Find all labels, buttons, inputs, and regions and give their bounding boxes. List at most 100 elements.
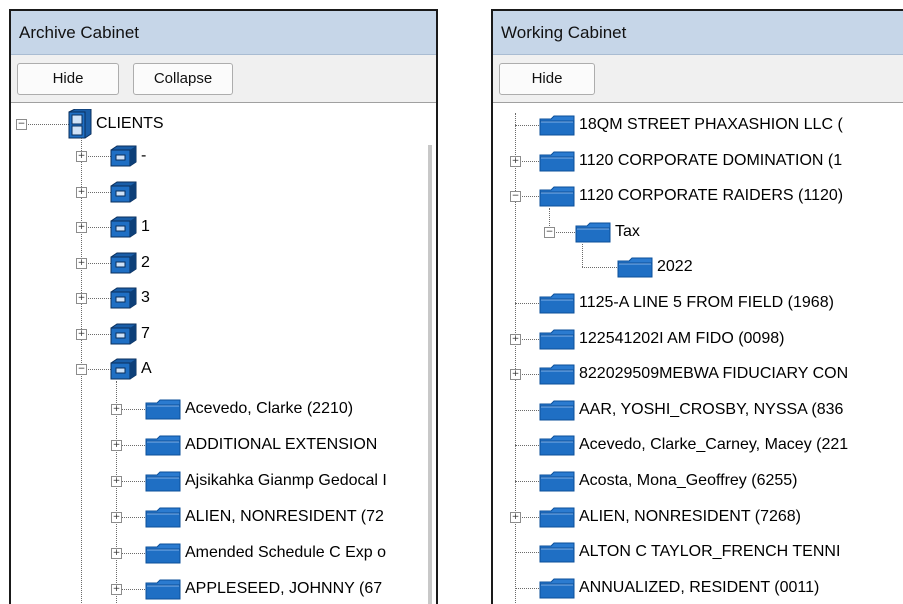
folder-icon bbox=[539, 150, 575, 172]
archive-tree[interactable]: − CLIENTS + - + +1 +2 +3 +7 − A + Acevedo, Clarke (2… bbox=[11, 103, 436, 604]
archive-panel-title: Archive Cabinet bbox=[11, 11, 436, 55]
tree-item-group[interactable]: A bbox=[109, 357, 152, 381]
expand-toggle-icon[interactable]: + bbox=[510, 511, 521, 523]
archive-hide-button[interactable]: Hide bbox=[17, 62, 119, 95]
tree-item-client[interactable]: Ajsikahka Gianmp Gedocal I bbox=[145, 469, 387, 493]
expand-toggle-icon[interactable]: + bbox=[111, 476, 122, 487]
tree-item-client[interactable]: 122541202I AM FIDO (0098) bbox=[539, 327, 784, 351]
expand-toggle-icon[interactable]: + bbox=[76, 293, 87, 304]
tree-item-group[interactable]: - bbox=[109, 144, 146, 168]
tree-item-clients[interactable]: CLIENTS bbox=[66, 109, 164, 139]
expand-toggle-icon[interactable]: + bbox=[111, 512, 122, 523]
tree-item-client[interactable]: 1120 CORPORATE DOMINATION (1 bbox=[539, 149, 842, 173]
tree-item-client[interactable]: Acevedo, Clarke (2210) bbox=[145, 397, 353, 421]
cabinet-drawer-icon bbox=[109, 181, 137, 203]
tree-item-client[interactable]: ALIEN, NONRESIDENT (72 bbox=[145, 505, 384, 529]
folder-icon bbox=[145, 470, 181, 492]
archive-cabinet-panel: Archive Cabinet Hide Collapse − CLIENTS + -… bbox=[9, 9, 438, 604]
tree-item-client[interactable]: ANNUALIZED, RESIDENT (0011) bbox=[539, 576, 819, 600]
tree-item-client[interactable]: APPLESEED, JOHNNY (67 bbox=[145, 577, 382, 601]
tree-item-folder[interactable]: 2022 bbox=[617, 255, 693, 279]
cabinet-drawer-icon bbox=[109, 323, 137, 345]
expand-toggle-icon[interactable]: + bbox=[111, 404, 122, 415]
expand-toggle-icon[interactable]: + bbox=[76, 257, 87, 269]
tree-item-group[interactable] bbox=[109, 180, 141, 204]
expand-toggle-icon[interactable]: + bbox=[510, 333, 521, 345]
folder-icon bbox=[539, 577, 575, 599]
expand-toggle-icon[interactable]: + bbox=[76, 222, 87, 233]
tree-item-client[interactable]: ADDITIONAL EXTENSION bbox=[145, 433, 377, 457]
archive-collapse-button[interactable]: Collapse bbox=[133, 62, 233, 95]
tree-item-group[interactable]: 2 bbox=[109, 251, 150, 275]
folder-icon bbox=[145, 506, 181, 528]
tree-item-group[interactable]: 7 bbox=[109, 322, 150, 346]
folder-icon bbox=[539, 363, 575, 385]
folder-icon bbox=[145, 542, 181, 564]
tree-item-client[interactable]: ALTON C TAYLOR_FRENCH TENNI bbox=[539, 540, 840, 564]
working-hide-button[interactable]: Hide bbox=[499, 62, 595, 95]
tree-item-client[interactable]: 1120 CORPORATE RAIDERS (1120) bbox=[539, 184, 843, 208]
expand-toggle-icon[interactable]: + bbox=[510, 369, 521, 381]
expand-toggle-icon[interactable]: + bbox=[111, 548, 122, 559]
file-cabinet-icon bbox=[66, 109, 92, 139]
tree-item-label: ALTON C TAYLOR_FRENCH TENNI bbox=[579, 543, 841, 561]
archive-scrollbar[interactable] bbox=[428, 145, 432, 604]
tree-item-client[interactable]: 822029509MEBWA FIDUCIARY CON bbox=[539, 362, 848, 386]
expand-toggle-icon[interactable]: + bbox=[111, 440, 122, 451]
folder-icon bbox=[539, 541, 575, 563]
folder-icon bbox=[145, 434, 181, 456]
folder-icon bbox=[145, 398, 181, 420]
tree-item-label: 1120 CORPORATE RAIDERS (1120) bbox=[579, 187, 844, 205]
tree-item-client[interactable]: Acevedo, Clarke_Carney, Macey (221 bbox=[539, 433, 848, 457]
tree-item-label: 1125-A LINE 5 FROM FIELD (1968) bbox=[579, 294, 834, 311]
tree-item-label: Amended Schedule C Exp o bbox=[185, 544, 387, 561]
tree-item-client[interactable]: Amended Schedule C Exp o bbox=[145, 541, 386, 565]
tree-item-folder[interactable]: Tax bbox=[575, 220, 640, 244]
folder-icon bbox=[539, 328, 575, 350]
tree-item-label: CLIENTS bbox=[96, 115, 164, 132]
tree-item-label: 2 bbox=[141, 253, 150, 271]
tree-item-label: APPLESEED, JOHNNY (67 bbox=[185, 580, 383, 597]
expand-toggle-icon[interactable]: + bbox=[76, 151, 87, 162]
tree-item-group[interactable]: 1 bbox=[109, 215, 150, 239]
expand-toggle-icon[interactable]: + bbox=[510, 155, 521, 167]
tree-item-label: Ajsikahka Gianmp Gedocal I bbox=[185, 472, 387, 489]
tree-item-label: A bbox=[141, 360, 152, 377]
tree-connector-line bbox=[21, 124, 69, 125]
collapse-toggle-icon[interactable]: − bbox=[16, 119, 27, 130]
expand-toggle-icon[interactable]: + bbox=[76, 186, 87, 198]
expand-toggle-icon[interactable]: + bbox=[111, 584, 122, 595]
folder-icon bbox=[539, 434, 575, 456]
tree-item-client[interactable]: 1125-A LINE 5 FROM FIELD (1968) bbox=[539, 291, 834, 315]
collapse-toggle-icon[interactable]: − bbox=[544, 226, 555, 238]
tree-item-label: 122541202I AM FIDO (0098) bbox=[579, 329, 785, 347]
tree-connector-line bbox=[582, 243, 583, 268]
working-toolbar: Hide bbox=[493, 55, 903, 103]
working-cabinet-panel: Working Cabinet Hide 18QM STREET PHAXASH… bbox=[491, 9, 903, 604]
working-tree[interactable]: 18QM STREET PHAXASHION LLC ( +1120 CORPOR… bbox=[493, 103, 903, 604]
tree-item-label: Acosta, Mona_Geoffrey (6255) bbox=[579, 472, 798, 489]
tree-item-label: ALIEN, NONRESIDENT (72 bbox=[185, 508, 384, 525]
tree-item-client[interactable]: 18QM STREET PHAXASHION LLC ( bbox=[539, 113, 843, 137]
collapse-toggle-icon[interactable]: − bbox=[510, 191, 521, 203]
folder-icon bbox=[539, 399, 575, 421]
folder-icon bbox=[539, 292, 575, 314]
tree-item-label: - bbox=[141, 147, 147, 164]
cabinet-drawer-icon bbox=[109, 145, 137, 167]
expand-toggle-icon[interactable]: + bbox=[76, 328, 87, 340]
tree-item-label: 2022 bbox=[657, 258, 693, 276]
tree-connector-line bbox=[582, 267, 621, 269]
collapse-toggle-icon[interactable]: − bbox=[76, 364, 87, 375]
tree-item-label: 18QM STREET PHAXASHION LLC ( bbox=[579, 116, 843, 133]
tree-item-label: Tax bbox=[615, 222, 640, 240]
tree-item-label: AAR, YOSHI_CROSBY, NYSSA (836 bbox=[579, 400, 844, 418]
tree-item-client[interactable]: ALIEN, NONRESIDENT (7268) bbox=[539, 505, 801, 529]
tree-item-label: Acevedo, Clarke_Carney, Macey (221 bbox=[579, 436, 849, 454]
tree-item-group[interactable]: 3 bbox=[109, 286, 150, 310]
tree-item-client[interactable]: Acosta, Mona_Geoffrey (6255) bbox=[539, 469, 798, 493]
tree-item-label: 822029509MEBWA FIDUCIARY CON bbox=[579, 365, 849, 383]
folder-icon bbox=[617, 256, 653, 278]
tree-item-client[interactable]: AAR, YOSHI_CROSBY, NYSSA (836 bbox=[539, 398, 843, 422]
cabinet-drawer-icon bbox=[109, 358, 137, 380]
folder-icon bbox=[575, 221, 611, 243]
